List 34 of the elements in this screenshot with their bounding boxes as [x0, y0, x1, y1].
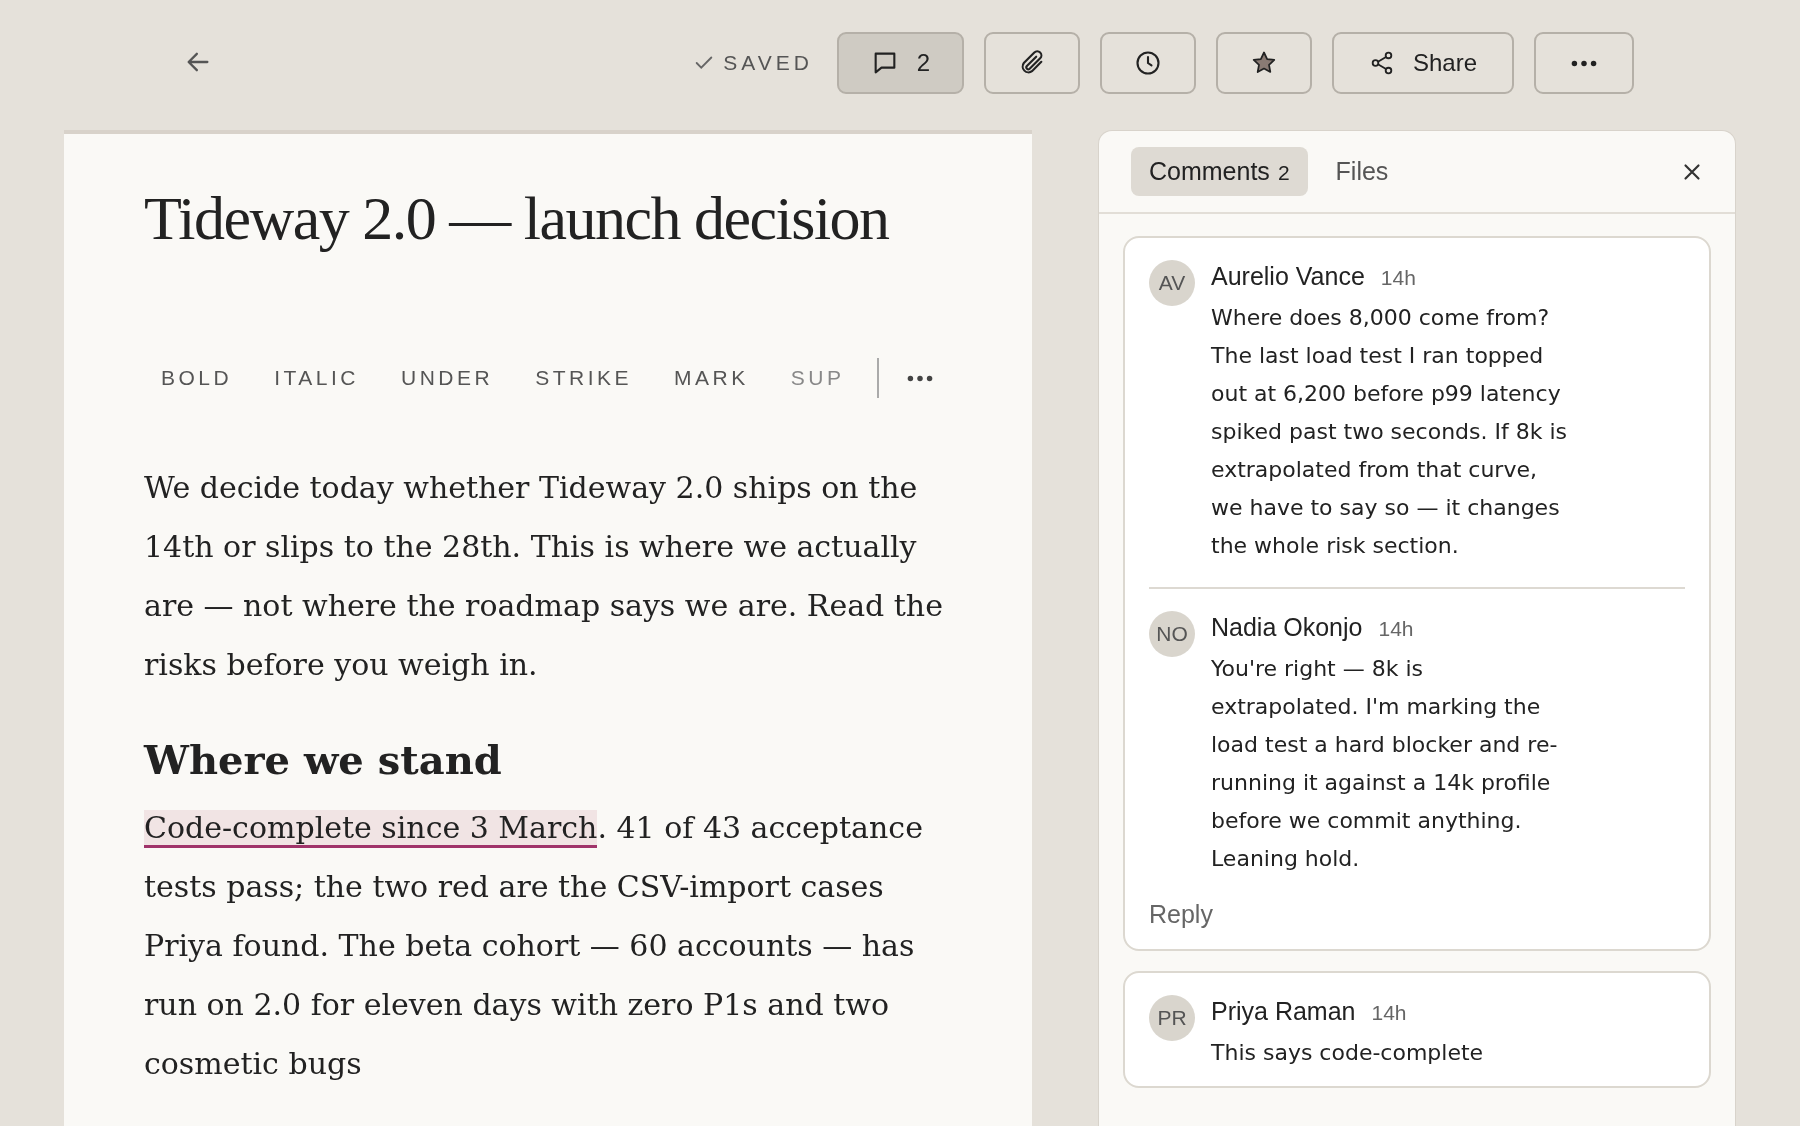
comment-text: This says code-complete	[1211, 1039, 1485, 1067]
panel-tab[interactable]: Comments 2	[1131, 147, 1308, 196]
comment-text: You're right — 8k is extrapolated. I'm marking the load test a hard blocker and re-running it against a 14k profile before we commit anything. Leaning hold.	[1211, 655, 1559, 873]
format-button[interactable]: BOLD	[140, 360, 254, 396]
comment-time: 14h	[1371, 1001, 1407, 1025]
format-button[interactable]: MARK	[653, 360, 770, 396]
more-icon[interactable]	[907, 374, 934, 382]
panel-tab[interactable]: Files	[1317, 147, 1407, 196]
comments-button[interactable]: 2	[837, 32, 964, 94]
format-button[interactable]: UNDER	[380, 360, 515, 396]
avatar: NO	[1149, 611, 1195, 657]
author-name: Aurelio Vance	[1211, 262, 1365, 291]
save-status: SAVED	[723, 51, 813, 75]
document-title: Tideway 2.0 — launch decision	[144, 183, 890, 254]
body-paragraph: Code-complete since 3 March. 41 of 43 acceptance tests pass; the two red are the CSV-import cases Priya found. The beta cohort — 60 accounts — has run on 2.0 for eleven days with zero P1s and two cosmetic bugs	[144, 809, 924, 1083]
share-button[interactable]: Share	[1332, 32, 1514, 94]
comment-time: 14h	[1380, 266, 1416, 290]
history-button[interactable]	[1100, 32, 1196, 94]
author-name: Priya Raman	[1211, 997, 1356, 1026]
section-heading: Where we stand	[144, 735, 503, 785]
author-name: Nadia Okonjo	[1211, 613, 1363, 642]
comment-time: 14h	[1378, 617, 1414, 641]
more-icon	[1571, 59, 1597, 67]
body-paragraph: We decide today whether Tideway 2.0 ships on the 14th or slips to the 28th. This is where we actually are — not where the roadmap says we are. Read the risks before you weigh in.	[144, 469, 944, 684]
format-button[interactable]: STRIKE	[514, 360, 653, 396]
star-button[interactable]	[1216, 32, 1312, 94]
avatar: AV	[1149, 260, 1195, 306]
attach-button[interactable]	[984, 32, 1080, 94]
format-button[interactable]: ITALIC	[253, 360, 380, 396]
reply-button[interactable]: Reply	[1149, 900, 1213, 929]
clock-icon	[1134, 49, 1162, 77]
comment-text: Where does 8,000 come from? The last load test I ran topped out at 6,200 before p99 latency spiked past two seconds. If 8k is extrapolated from that curve, we have to say so — it changes the whole risk section.	[1211, 304, 1569, 560]
comment-highlight[interactable]: Code-complete since 3 March	[144, 810, 598, 848]
avatar: PR	[1149, 995, 1195, 1041]
